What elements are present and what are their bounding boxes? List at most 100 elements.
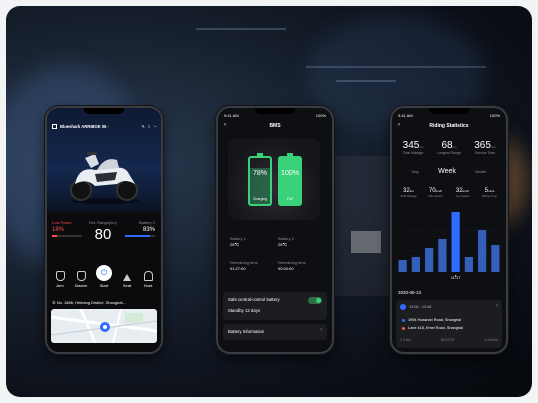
trip-speed: 0.9 km/h bbox=[484, 338, 498, 342]
menu-icon[interactable] bbox=[52, 124, 57, 129]
remaining2-info: Remaining time 00:00:00 bbox=[278, 260, 322, 271]
tab-week[interactable]: Week bbox=[438, 168, 456, 175]
status-battery: 100% bbox=[489, 113, 500, 118]
vehicle-title[interactable]: Blueshark ARRIBOE 05 · bbox=[60, 124, 139, 129]
battery1-temp: 28℃ bbox=[230, 242, 239, 247]
remaining2-value: 00:00:00 bbox=[278, 266, 294, 271]
hunt-label: Hunt bbox=[143, 283, 153, 288]
safe-battery-card[interactable]: Safe central-control battery Standby 12 … bbox=[223, 292, 327, 320]
chart-bar[interactable] bbox=[491, 245, 500, 272]
page-title: BMS bbox=[269, 123, 281, 129]
stat-label: Total Mileage bbox=[402, 151, 424, 155]
trip-date: 2020-06-13 bbox=[398, 290, 422, 295]
summary-stats: 345km Total Mileage 68km Longest Range 3… bbox=[396, 140, 502, 155]
standby-text: Standby 12 days bbox=[228, 308, 261, 313]
period-tabs: Day Week Month bbox=[402, 168, 496, 175]
stat-value: 345 bbox=[402, 140, 420, 151]
tab-day[interactable]: Day bbox=[412, 169, 419, 174]
battery2-cell: 100% Full bbox=[278, 153, 302, 206]
arm-label: Arm bbox=[56, 283, 64, 288]
phone-notch bbox=[84, 108, 124, 114]
metric-total-mileage: 32km Total Mileage bbox=[396, 188, 421, 198]
back-arrow-icon[interactable]: ‹ bbox=[224, 122, 226, 128]
metric-label: Riding Time bbox=[482, 194, 497, 198]
trip-to: Lane 418, Emei Road, Shanghai bbox=[408, 326, 463, 330]
range-card: Est. Range(km) 80 bbox=[85, 220, 121, 243]
disarm-button[interactable]: Disarm bbox=[72, 271, 90, 288]
start-button[interactable]: ⏻ Start bbox=[93, 265, 115, 288]
disarm-label: Disarm bbox=[74, 283, 88, 288]
seat-button[interactable]: Seat bbox=[118, 274, 136, 288]
chart-bar[interactable] bbox=[478, 230, 487, 272]
location-address[interactable]: ⑤ No. 1886, Hinhang District, Shanghai..… bbox=[52, 300, 156, 305]
status-bar: 9:41 AM 100% bbox=[398, 113, 500, 120]
battery1-state: Charging bbox=[252, 197, 268, 201]
metric-unit: km bbox=[409, 189, 414, 193]
battery1-cell: 78% Charging bbox=[248, 153, 272, 206]
hunt-icon bbox=[143, 271, 153, 281]
map-view[interactable] bbox=[51, 309, 157, 343]
metric-riding-time: 5mins Riding Time bbox=[477, 188, 502, 198]
safe-battery-title: Safe central-control battery bbox=[228, 297, 280, 302]
bluetooth-icon[interactable]: ᛒ bbox=[148, 124, 151, 129]
battery-info-row[interactable]: Battery Information › bbox=[223, 324, 327, 340]
seat-label: Seat bbox=[122, 283, 132, 288]
stat-value: 68 bbox=[441, 140, 453, 151]
status-time: 9:41 AM bbox=[398, 113, 413, 118]
chevron-right-icon: › bbox=[496, 303, 498, 309]
low-power-label: Low Power bbox=[52, 220, 72, 225]
bg-line bbox=[336, 80, 396, 82]
stat-unit: min bbox=[490, 145, 496, 149]
power-icon: ⏻ bbox=[96, 265, 112, 281]
battery2-label: Battery 2 bbox=[278, 236, 295, 241]
remaining1-label: Remaining time bbox=[230, 260, 258, 265]
hero-scene: 9:41 AM 100% Blueshark ARRIBOE 05 · ✎ ᛒ … bbox=[6, 6, 532, 397]
bg-line bbox=[306, 66, 486, 68]
battery2-state: Full bbox=[287, 197, 293, 201]
battery2-percent: 100% bbox=[281, 170, 299, 177]
battery2-info: Battery 2 28℃ bbox=[278, 236, 322, 247]
low-power-value: 18% bbox=[52, 227, 65, 233]
stat-longest-range: 68km Longest Range bbox=[432, 140, 466, 155]
chart-bar[interactable] bbox=[411, 257, 420, 272]
trip-duration: 00:07:57 bbox=[440, 338, 455, 342]
stat-service-time: 365min Service Time bbox=[468, 140, 502, 155]
battery1-percent: 78% bbox=[252, 170, 267, 177]
chart-bar[interactable] bbox=[425, 248, 434, 272]
arm-button[interactable]: Arm bbox=[51, 271, 69, 288]
chart-bar[interactable] bbox=[464, 257, 473, 272]
edit-icon[interactable]: ✎ bbox=[141, 124, 145, 129]
arm-icon bbox=[55, 271, 65, 281]
phone-riding-stats: 9:41 AM 100% ‹ Riding Statistics 345km T… bbox=[390, 106, 508, 354]
mileage-bar-chart: 11-17 bbox=[396, 212, 502, 280]
tab-month[interactable]: Month bbox=[475, 169, 486, 174]
seat-icon bbox=[123, 274, 131, 281]
phone-home: 9:41 AM 100% Blueshark ARRIBOE 05 · ✎ ᛒ … bbox=[45, 106, 163, 354]
hunt-button[interactable]: Hunt bbox=[139, 271, 157, 288]
chart-bar[interactable] bbox=[398, 260, 407, 272]
action-bar: Arm Disarm ⏻ Start Seat Hunt bbox=[51, 265, 157, 288]
chart-selected-marker bbox=[454, 275, 457, 277]
bell-icon[interactable]: ◔ bbox=[153, 124, 156, 129]
chart-bar[interactable] bbox=[451, 212, 460, 272]
battery2-label: Battery 2 bbox=[138, 220, 155, 225]
trip-time: 13:06 - 13:46 bbox=[409, 305, 432, 309]
stat-label: Service Time bbox=[474, 151, 496, 155]
metric-unit: mins bbox=[488, 189, 495, 193]
metric-unit: km/h bbox=[435, 189, 443, 193]
status-bar: 9:41 AM 100% bbox=[224, 113, 326, 120]
chart-bar[interactable] bbox=[438, 239, 447, 272]
start-dot-icon bbox=[402, 319, 405, 322]
low-power-card: Low Power 18% bbox=[52, 220, 82, 237]
metric-max-speed: 70km/h Max Speed bbox=[423, 188, 448, 198]
trip-card[interactable]: 13:06 - 13:46 › 1994 Huashan Road, Shang… bbox=[396, 300, 502, 348]
trip-icon bbox=[400, 304, 406, 310]
page-title: Riding Statistics bbox=[429, 123, 469, 129]
end-dot-icon bbox=[402, 327, 405, 330]
range-label: Est. Range(km) bbox=[89, 220, 117, 225]
start-label: Start bbox=[99, 283, 109, 288]
safe-toggle[interactable] bbox=[308, 297, 322, 304]
phone-notch bbox=[255, 108, 295, 114]
stat-total-mileage: 345km Total Mileage bbox=[396, 140, 430, 155]
disarm-icon bbox=[76, 271, 86, 281]
